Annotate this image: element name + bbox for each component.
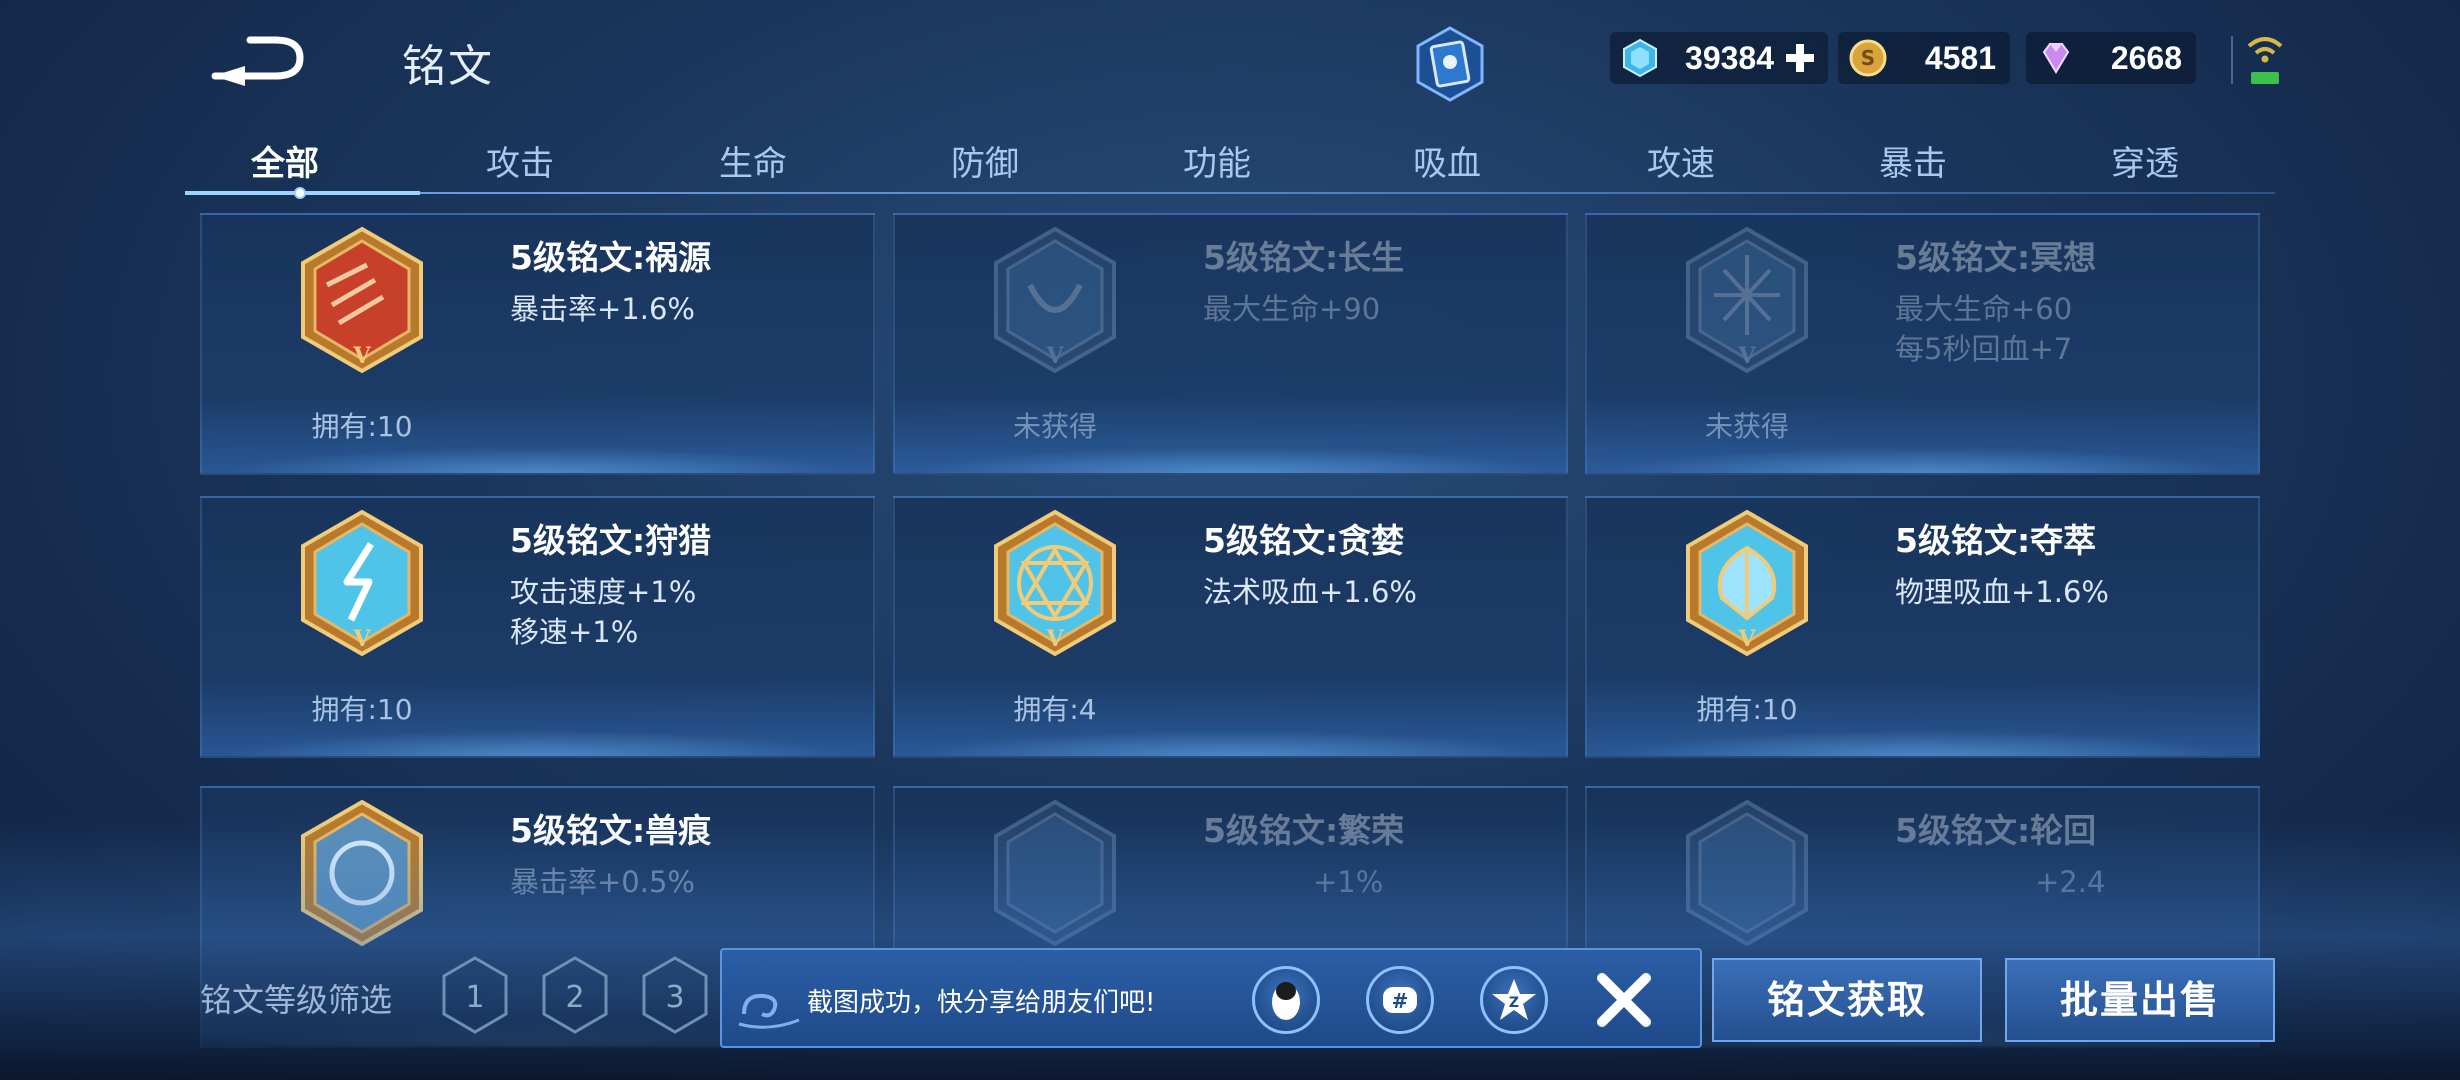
rune-owned-count: 未获得 — [1012, 410, 1097, 443]
rune-emblem-icon: V — [301, 226, 423, 374]
level-number: 3 — [665, 980, 684, 1015]
rune-emblem-icon: V — [994, 226, 1116, 374]
level-number: 2 — [565, 980, 584, 1015]
tab-health[interactable]: 生命 — [653, 136, 853, 185]
level-number: 1 — [465, 980, 484, 1015]
back-button[interactable] — [205, 28, 315, 88]
svg-text:V: V — [1737, 343, 1756, 369]
svg-text:V: V — [352, 343, 371, 369]
tab-penetration[interactable]: 穿透 — [2045, 136, 2245, 185]
rune-stat: 暴击率+1.6% — [510, 292, 695, 326]
rune-name: 5级铭文:兽痕 — [510, 811, 712, 850]
rune-emblem-icon — [994, 799, 1116, 947]
rune-name: 5级铭文:夺萃 — [1895, 521, 2097, 560]
svg-text:V: V — [1045, 626, 1064, 652]
level-filter-1[interactable]: 1 — [440, 955, 510, 1035]
rune-owned-count: 拥有:10 — [1696, 693, 1798, 726]
level-filter-label: 铭文等级筛选 — [200, 981, 393, 1019]
rune-owned-count: 拥有:10 — [311, 410, 413, 443]
svg-text:#: # — [1392, 989, 1409, 1013]
svg-text:V: V — [352, 626, 371, 652]
gem-count: 39384 — [1685, 39, 1774, 76]
gem-icon — [1623, 38, 1657, 78]
svg-text:S: S — [1861, 46, 1875, 70]
svg-text:Z: Z — [1509, 995, 1519, 1011]
rune-name: 5级铭文:冥想 — [1895, 238, 2097, 277]
network-status — [2245, 32, 2285, 88]
penguin-icon — [1272, 982, 1300, 1020]
tab-underline — [185, 192, 2275, 194]
rune-card[interactable]: V 5级铭文:冥想 最大生命+60 每5秒回血+7 未获得 — [1585, 213, 2260, 475]
rune-owned-count: 未获得 — [1704, 410, 1789, 443]
rune-stat: 最大生命+60 — [1895, 292, 2073, 326]
rune-stat: 移速+1% — [510, 615, 639, 649]
rune-emblem-icon: V — [1686, 226, 1808, 374]
level-filter-2[interactable]: 2 — [540, 955, 610, 1035]
tab-utility[interactable]: 功能 — [1117, 136, 1317, 185]
rune-owned-count: 拥有:10 — [311, 693, 413, 726]
rune-stat: 物理吸血+1.6% — [1895, 575, 2109, 609]
share-qq-button[interactable] — [1252, 966, 1320, 1034]
svg-text:V: V — [1737, 626, 1756, 652]
category-tabs: 全部 攻击 生命 防御 功能 吸血 攻速 暴击 穿透 — [185, 128, 2275, 199]
toast-message: 截图成功，快分享给朋友们吧! — [807, 988, 1156, 1018]
rune-card[interactable]: V 5级铭文:祸源 暴击率+1.6% 拥有:10 — [200, 213, 875, 475]
tab-lifesteal[interactable]: 吸血 — [1347, 136, 1547, 185]
rune-name: 5级铭文:狩猎 — [510, 521, 712, 560]
back-arrow-icon — [211, 36, 304, 86]
divider — [2231, 36, 2233, 84]
rune-emblem-icon: V — [994, 509, 1116, 657]
rune-name: 5级铭文:繁荣 — [1203, 811, 1405, 850]
screenshot-share-toast: 截图成功，快分享给朋友们吧! # Z — [720, 948, 1702, 1048]
rune-name: 5级铭文:轮回 — [1895, 811, 2097, 850]
rune-stat: 最大生命+90 — [1203, 292, 1381, 326]
gold-coin-icon: S — [1849, 39, 1887, 77]
close-icon[interactable] — [1588, 964, 1660, 1036]
rune-card[interactable]: V 5级铭文:夺萃 物理吸血+1.6% 拥有:10 — [1585, 496, 2260, 758]
gem-currency: 39384 — [1610, 32, 1828, 84]
rune-card[interactable]: V 5级铭文:长生 最大生命+90 未获得 — [893, 213, 1568, 475]
rune-card[interactable]: V 5级铭文:贪婪 法术吸血+1.6% 拥有:4 — [893, 496, 1568, 758]
tab-all[interactable]: 全部 — [185, 136, 385, 185]
cloud-swirl-icon — [738, 993, 800, 1029]
tab-attack-speed[interactable]: 攻速 — [1581, 136, 1781, 185]
rune-name: 5级铭文:祸源 — [510, 238, 712, 277]
page-title: 铭文 — [402, 41, 494, 92]
rune-name: 5级铭文:长生 — [1203, 238, 1405, 277]
tab-critical[interactable]: 暴击 — [1813, 136, 2013, 185]
bulk-sell-button[interactable]: 批量出售 — [2005, 958, 2275, 1042]
level-filter-3[interactable]: 3 — [640, 955, 710, 1035]
diamond-icon — [2042, 43, 2070, 74]
share-qzone-button[interactable]: Z — [1480, 966, 1548, 1034]
rune-emblem-icon — [1686, 799, 1808, 947]
rune-card[interactable]: V 5级铭文:狩猎 攻击速度+1% 移速+1% 拥有:10 — [200, 496, 875, 758]
rune-name: 5级铭文:贪婪 — [1203, 521, 1405, 560]
rune-stat: 每5秒回血+7 — [1895, 332, 2073, 366]
tab-attack[interactable]: 攻击 — [420, 136, 620, 185]
wifi-icon — [2247, 37, 2283, 84]
rune-stat: 法术吸血+1.6% — [1203, 575, 1417, 609]
rune-emblem-icon: V — [1686, 509, 1808, 657]
rune-stat: 攻击速度+1% — [510, 575, 697, 609]
hashtag-icon: # — [1383, 987, 1417, 1013]
star-icon: Z — [1492, 979, 1536, 1020]
rune-owned-count: 拥有:4 — [1013, 693, 1097, 726]
rune-stat: +1% — [1313, 865, 1384, 899]
gold-currency: S 4581 — [1838, 32, 2010, 84]
obtain-rune-button[interactable]: 铭文获取 — [1712, 958, 1982, 1042]
diamond-count: 2668 — [2110, 39, 2182, 76]
rune-book-icon[interactable] — [1410, 24, 1490, 104]
diamond-currency: 2668 — [2026, 32, 2196, 84]
rune-stat: +2.4 — [2035, 865, 2106, 899]
rune-emblem-icon: V — [301, 509, 423, 657]
gold-count: 4581 — [1924, 39, 1996, 76]
rune-emblem-icon — [301, 799, 423, 947]
active-tab-indicator — [185, 187, 420, 199]
rune-stat: 暴击率+0.5% — [510, 865, 695, 899]
tab-defense[interactable]: 防御 — [885, 136, 1085, 185]
share-wechat-moments-button[interactable]: # — [1366, 966, 1434, 1034]
svg-text:V: V — [1045, 343, 1064, 369]
add-gem-icon[interactable] — [1784, 42, 1816, 74]
